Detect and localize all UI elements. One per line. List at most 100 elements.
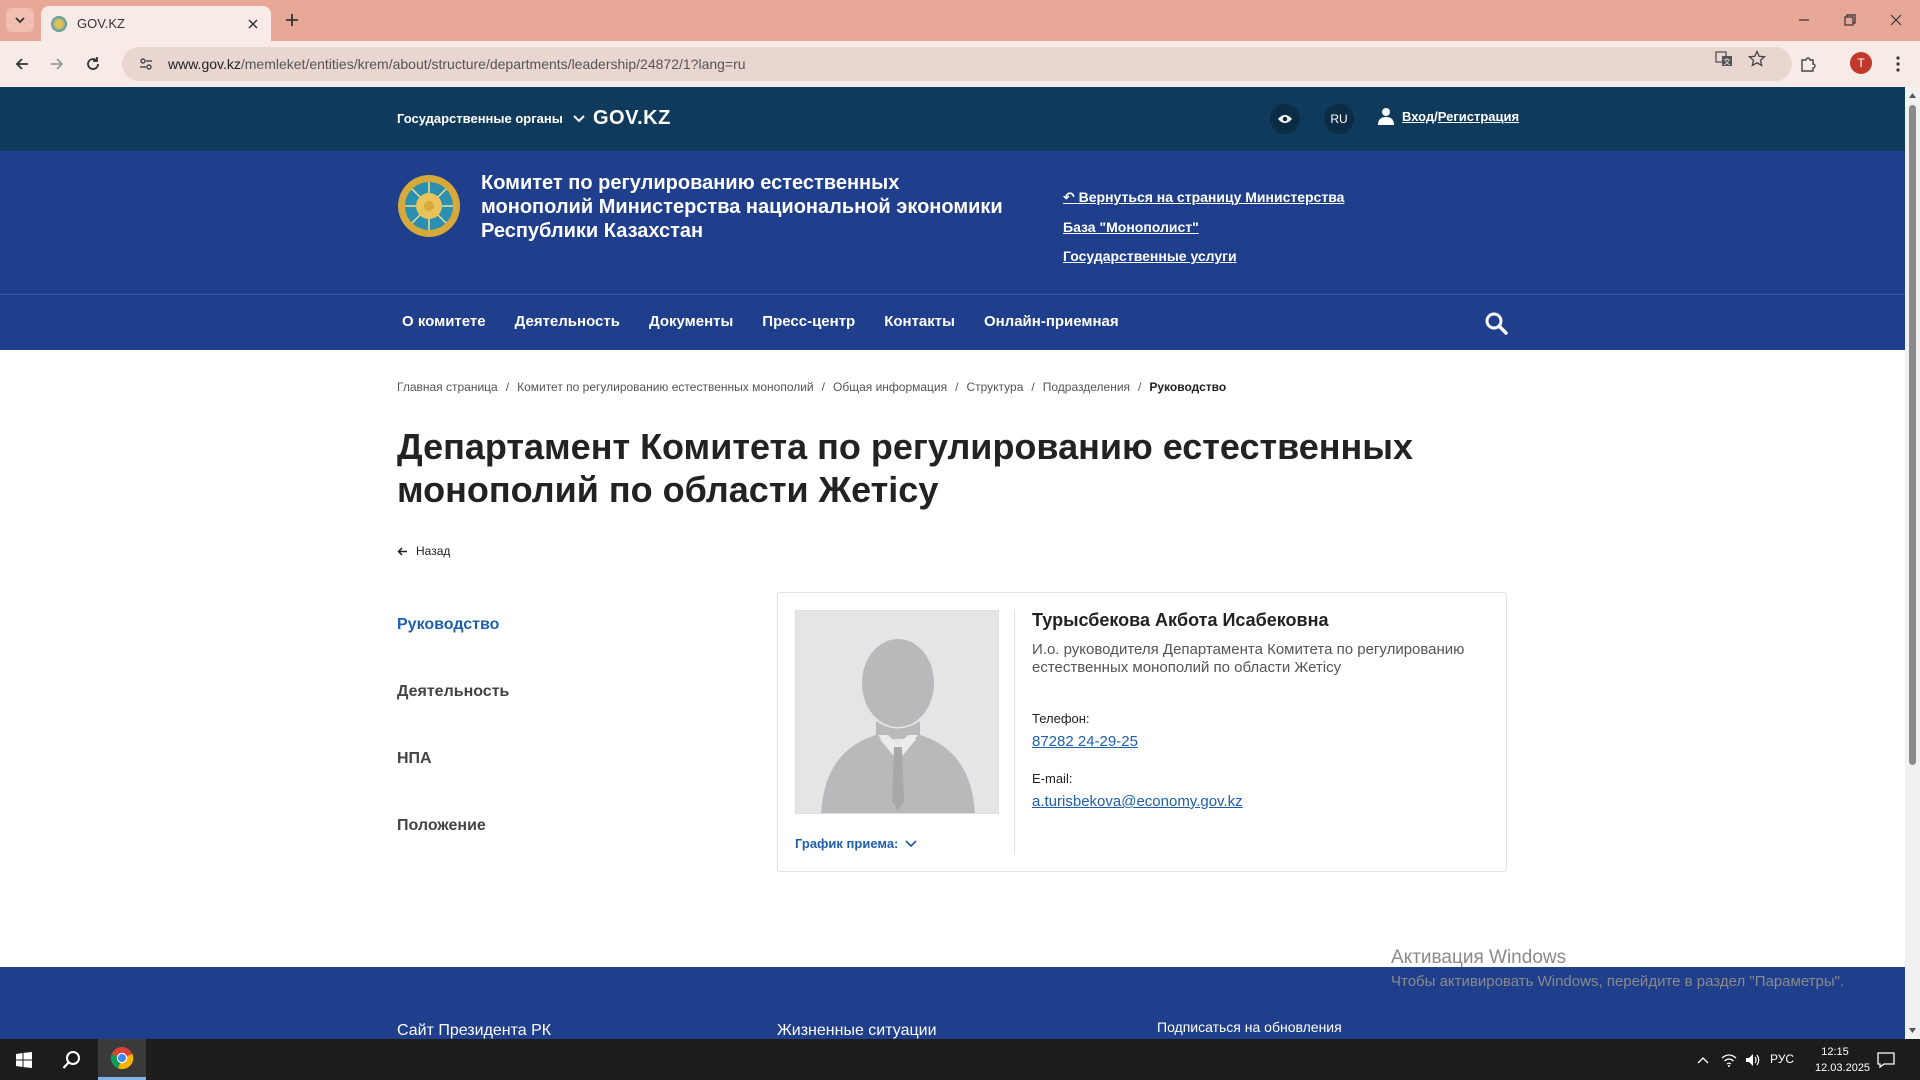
register-link[interactable]: Регистрация	[1438, 109, 1519, 124]
volume-icon[interactable]	[1744, 1051, 1762, 1069]
footer-president-site[interactable]: Сайт Президента РК	[397, 1022, 551, 1039]
activation-title: Активация Windows	[1391, 947, 1567, 968]
windows-taskbar: РУС 12:15 12.03.2025	[0, 1039, 1920, 1080]
person-card: График приема: Турысбекова Акбота Исабек…	[777, 592, 1507, 872]
extensions-button[interactable]	[1796, 52, 1820, 76]
search-button[interactable]	[1482, 309, 1510, 337]
side-menu: Руководство Деятельность НПА Положение	[397, 616, 509, 884]
close-tab-icon[interactable]	[245, 16, 261, 32]
minimize-button[interactable]	[1792, 10, 1816, 30]
breadcrumb-committee[interactable]: Комитет по регулированию естественных мо…	[517, 380, 814, 394]
footer-subscribe-label: Подписаться на обновления	[1157, 1019, 1342, 1035]
arrow-right-icon	[51, 58, 64, 70]
nav-item-activity[interactable]: Деятельность	[515, 313, 620, 330]
card-divider	[1014, 610, 1015, 854]
svg-text:文: 文	[1724, 57, 1731, 66]
bookmark-button[interactable]	[1747, 49, 1767, 69]
translate-button[interactable]: 文	[1714, 49, 1734, 69]
side-menu-npa[interactable]: НПА	[397, 750, 509, 817]
taskbar-chrome[interactable]	[98, 1039, 146, 1080]
side-menu-leadership[interactable]: Руководство	[397, 616, 509, 683]
page-viewport: Государственные органы GOV.KZ RU Вход/Ре…	[0, 87, 1905, 1039]
more-vert-icon	[1896, 56, 1900, 72]
kazakhstan-emblem-icon	[397, 173, 461, 239]
clock-date: 12.03.2025	[1815, 1062, 1871, 1074]
breadcrumb-departments[interactable]: Подразделения	[1043, 380, 1130, 394]
activation-text: Чтобы активировать Windows, перейдите в …	[1391, 973, 1845, 990]
minimize-icon	[1799, 19, 1809, 21]
gov-favicon-icon	[51, 15, 67, 32]
govkz-logo[interactable]: GOV.KZ	[593, 107, 671, 130]
windows-logo-icon	[16, 1051, 32, 1068]
login-register[interactable]: Вход/Регистрация	[1378, 107, 1519, 125]
chevron-down-icon	[573, 114, 585, 122]
site-info-icon[interactable]	[136, 54, 156, 74]
windows-activation-watermark: Активация Windows Чтобы активировать Win…	[1391, 947, 1844, 990]
tab-search-button[interactable]	[6, 8, 34, 32]
url-text: www.gov.kz/memleket/entities/krem/about/…	[168, 56, 746, 72]
gov-agencies-label: Государственные органы	[397, 111, 563, 126]
translate-icon: 文	[1715, 51, 1732, 66]
schedule-toggle[interactable]: График приема:	[795, 836, 918, 851]
public-services-link[interactable]: Государственные услуги	[1063, 248, 1344, 264]
nav-item-about[interactable]: О комитете	[402, 313, 486, 330]
breadcrumb-current: Руководство	[1149, 380, 1227, 394]
forward-button[interactable]	[45, 52, 69, 76]
email-link[interactable]: a.turisbekova@economy.gov.kz	[1032, 793, 1243, 810]
scrollbar-thumb[interactable]	[1909, 105, 1916, 765]
reload-icon	[87, 57, 99, 70]
monopolist-db-link[interactable]: База "Монополист"	[1063, 219, 1344, 235]
phone-link[interactable]: 87282 24-29-25	[1032, 733, 1138, 750]
start-button[interactable]	[0, 1039, 48, 1080]
language-switcher[interactable]: RU	[1324, 104, 1354, 134]
search-icon	[1485, 312, 1508, 335]
arrow-left-icon	[397, 546, 407, 556]
page-scrollbar[interactable]	[1905, 87, 1920, 1039]
notifications-button[interactable]	[1875, 1049, 1897, 1071]
breadcrumb-general-info[interactable]: Общая информация	[833, 380, 947, 394]
nav-item-online-reception[interactable]: Онлайн-приемная	[984, 313, 1119, 330]
gov-agencies-dropdown[interactable]: Государственные органы	[397, 111, 585, 126]
taskbar-clock[interactable]: 12:15 12.03.2025	[1815, 1044, 1871, 1076]
restore-button[interactable]	[1838, 10, 1862, 30]
chevron-down-icon	[15, 17, 25, 24]
person-photo-placeholder	[795, 610, 999, 814]
back-to-ministry-link[interactable]: ↶ Вернуться на страницу Министерства	[1063, 189, 1344, 206]
person-position: И.о. руководителя Департамента Комитета …	[1032, 641, 1465, 676]
breadcrumb-structure[interactable]: Структура	[966, 380, 1023, 394]
chevron-down-icon	[905, 839, 918, 847]
close-window-button[interactable]	[1884, 10, 1908, 30]
scroll-down-icon	[1909, 1028, 1916, 1033]
login-link[interactable]: Вход	[1402, 109, 1434, 124]
nav-item-press[interactable]: Пресс-центр	[762, 313, 855, 330]
network-icon[interactable]	[1720, 1051, 1738, 1069]
side-menu-activity[interactable]: Деятельность	[397, 683, 509, 750]
footer-life-situations[interactable]: Жизненные ситуации	[777, 1022, 937, 1039]
browser-tab-strip: GOV.KZ	[0, 0, 1920, 41]
nav-item-documents[interactable]: Документы	[649, 313, 733, 330]
tray-expand-icon[interactable]	[1694, 1051, 1712, 1069]
breadcrumb-home[interactable]: Главная страница	[397, 380, 498, 394]
side-menu-regulation[interactable]: Положение	[397, 817, 509, 884]
menu-button[interactable]	[1886, 52, 1910, 76]
phone-label: Телефон:	[1032, 711, 1090, 726]
gov-topbar: Государственные органы GOV.KZ RU Вход/Ре…	[0, 87, 1905, 151]
url-host: www.gov.kz	[168, 56, 241, 72]
new-tab-button[interactable]	[282, 10, 302, 30]
input-language[interactable]: РУС	[1770, 1052, 1794, 1066]
address-bar[interactable]: www.gov.kz/memleket/entities/krem/about/…	[122, 47, 1792, 81]
nav-item-contacts[interactable]: Контакты	[884, 313, 955, 330]
main-nav: О комитете Деятельность Документы Пресс-…	[0, 294, 1905, 350]
back-link[interactable]: Назад	[397, 544, 450, 558]
email-label: E-mail:	[1032, 771, 1073, 786]
person-silhouette-icon	[796, 611, 998, 813]
profile-avatar[interactable]: T	[1850, 52, 1872, 74]
accessibility-button[interactable]	[1270, 104, 1300, 134]
clock-time: 12:15	[1821, 1046, 1849, 1058]
browser-tab[interactable]: GOV.KZ	[41, 6, 271, 41]
breadcrumb-sep: /	[821, 380, 825, 394]
reload-button[interactable]	[81, 52, 105, 76]
back-button[interactable]	[10, 52, 34, 76]
taskbar-search-button[interactable]	[48, 1039, 96, 1080]
browser-toolbar: www.gov.kz/memleket/entities/krem/about/…	[0, 41, 1920, 87]
